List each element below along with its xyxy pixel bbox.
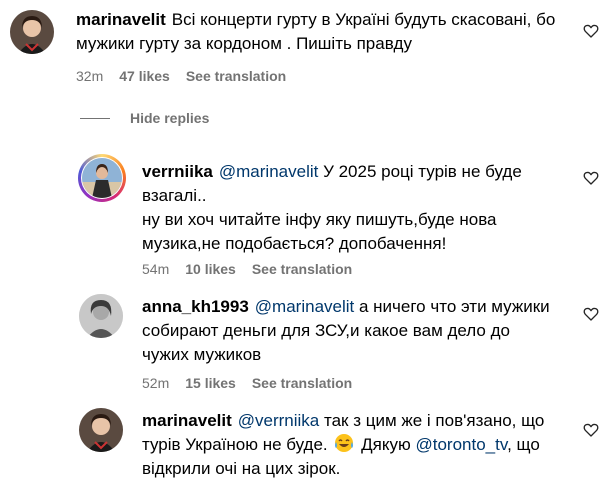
avatar [82, 158, 122, 198]
reply-body: verrniika @marinavelit У 2025 році турів … [142, 162, 522, 253]
mention-link[interactable]: @verrniika [238, 411, 320, 430]
avatar[interactable] [79, 408, 123, 452]
divider-line [80, 117, 110, 119]
avatar[interactable] [79, 294, 123, 338]
heart-icon[interactable] [583, 170, 599, 186]
mention-link[interactable]: @marinavelit [219, 162, 318, 181]
reply-time[interactable]: 54m [142, 260, 169, 278]
see-translation-button[interactable]: See translation [252, 260, 352, 278]
reply-meta: 52m 15 likes See translation [142, 374, 352, 392]
likes-count[interactable]: 15 likes [185, 374, 236, 392]
see-translation-button[interactable]: See translation [252, 374, 352, 392]
tears-of-joy-emoji-icon [335, 434, 354, 452]
reply-body: anna_kh1993 @marinavelit а ничего что эти… [142, 297, 550, 364]
reply: anna_kh1993 @marinavelit а ничего что эти… [0, 290, 611, 400]
heart-icon[interactable] [583, 306, 599, 322]
mention-link[interactable]: @toronto_tv [415, 435, 507, 454]
comment-time[interactable]: 32m [76, 67, 103, 85]
hide-replies-button[interactable]: Hide replies [80, 110, 209, 126]
reply: marinavelit @verrniika так з цим же і пов… [0, 404, 611, 487]
hide-replies-label: Hide replies [130, 110, 210, 126]
story-ring[interactable] [78, 154, 126, 202]
comment-username[interactable]: marinavelit [76, 10, 166, 29]
reply-username[interactable]: marinavelit [142, 411, 232, 430]
reply-username[interactable]: anna_kh1993 [142, 297, 249, 316]
heart-icon[interactable] [583, 23, 599, 39]
reply: verrniika @marinavelit У 2025 році турів … [0, 150, 611, 285]
likes-count[interactable]: 47 likes [119, 67, 170, 85]
mention-link[interactable]: @marinavelit [255, 297, 354, 316]
heart-icon[interactable] [583, 422, 599, 438]
reply-username[interactable]: verrniika [142, 162, 213, 181]
reply-body: marinavelit @verrniika так з цим же і пов… [142, 411, 545, 478]
avatar[interactable] [10, 10, 54, 54]
comment: marinavelit Всі концерти гурту в Україні … [0, 0, 611, 100]
likes-count[interactable]: 10 likes [185, 260, 236, 278]
comment-meta: 32m 47 likes See translation [76, 67, 286, 85]
comment-body: marinavelit Всі концерти гурту в Україні … [76, 8, 576, 56]
reply-meta: 54m 10 likes See translation [142, 260, 352, 278]
reply-time[interactable]: 52m [142, 374, 169, 392]
see-translation-button[interactable]: See translation [186, 67, 286, 85]
